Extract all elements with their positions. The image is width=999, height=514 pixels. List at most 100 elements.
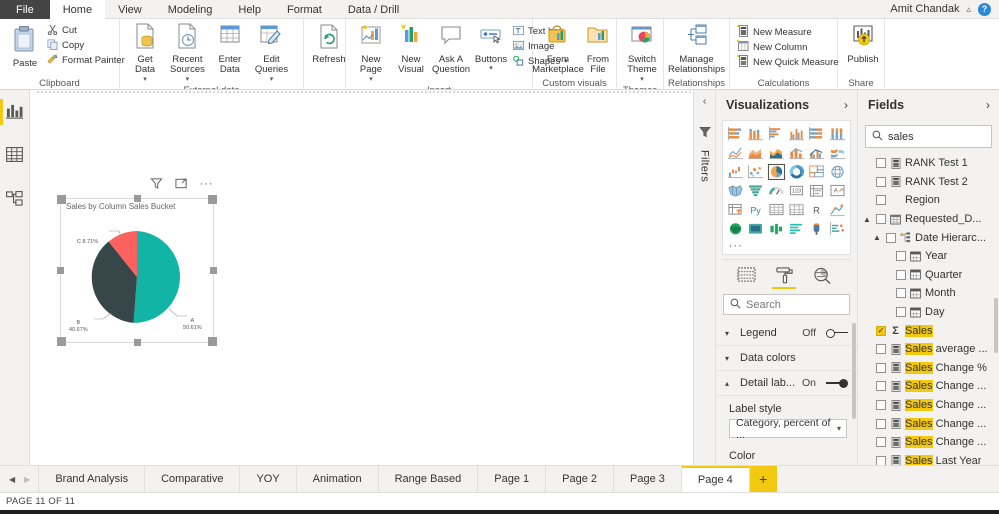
viz-map[interactable]: [828, 163, 847, 181]
chevron-down-icon[interactable]: ▾: [725, 329, 734, 338]
focus-mode-icon[interactable]: [174, 176, 189, 191]
viz-funnel-chart[interactable]: [746, 182, 765, 200]
ribbon-tab-view[interactable]: View: [105, 0, 155, 19]
field-item[interactable]: ▲ Date Hierarc...: [858, 228, 999, 247]
viz-filled-map[interactable]: [726, 182, 745, 200]
resize-handle-bottom-center[interactable]: [133, 339, 141, 346]
viz-treemap[interactable]: [807, 163, 826, 181]
chevron-up-icon[interactable]: ▴: [725, 379, 734, 388]
chevron-up-icon[interactable]: ▲: [872, 233, 882, 242]
viz-gallery-more-icon[interactable]: ···: [726, 239, 745, 252]
viz-power-apps-visual[interactable]: [746, 220, 765, 238]
viz-chiclet-slicer[interactable]: [807, 220, 826, 238]
manage-relationships-button[interactable]: Manage Relationships: [668, 22, 725, 77]
viz-stacked-bar-chart[interactable]: [726, 125, 745, 143]
from-marketplace-button[interactable]: From Marketplace: [532, 22, 584, 77]
edit-queries-button[interactable]: Edit Queries ▾: [250, 22, 293, 84]
field-checkbox[interactable]: [876, 325, 886, 336]
resize-handle-bottom-right[interactable]: [208, 337, 217, 346]
ask-question-button[interactable]: Ask A Question: [431, 22, 471, 77]
viz-multi-row-card[interactable]: [807, 182, 826, 200]
field-item[interactable]: Sales Change ...: [858, 433, 999, 452]
field-item[interactable]: Region: [858, 191, 999, 210]
switch-theme-button[interactable]: Switch Theme ▾: [622, 22, 662, 84]
field-item[interactable]: ▲ Requested_D...: [858, 210, 999, 229]
field-checkbox[interactable]: [876, 195, 886, 206]
viz-gauge-chart[interactable]: [767, 182, 786, 200]
viz-key-influencers[interactable]: [828, 201, 847, 219]
new-measure-button[interactable]: New Measure: [735, 25, 843, 40]
new-page-button[interactable]: New Page ▾: [351, 22, 391, 84]
viz-arcgis-map[interactable]: [726, 220, 745, 238]
visualization-type-gallery[interactable]: 123 A Py R ···: [722, 120, 851, 255]
viz-r-visual[interactable]: R: [807, 201, 826, 219]
fields-search-input[interactable]: [888, 130, 985, 143]
page-tab-animation[interactable]: Animation: [297, 466, 379, 492]
field-checkbox[interactable]: [886, 232, 896, 243]
viz-pie-chart[interactable]: [766, 163, 786, 181]
fields-list[interactable]: RANK Test 1 RANK Test 2 Region ▲ Requested_D…: [858, 148, 999, 465]
detail-labels-toggle[interactable]: [826, 378, 848, 388]
field-checkbox[interactable]: [876, 158, 886, 169]
field-item[interactable]: Day: [858, 303, 999, 322]
sidebar-item-model-view[interactable]: [0, 187, 30, 213]
field-item[interactable]: Sales Change ...: [858, 377, 999, 396]
sidebar-item-report-view[interactable]: [0, 99, 30, 125]
resize-handle-top-left[interactable]: [57, 195, 66, 204]
viz-scatter-chart[interactable]: [746, 163, 765, 181]
refresh-button[interactable]: Refresh: [309, 22, 349, 66]
chevron-down-icon[interactable]: ▾: [186, 76, 190, 83]
chevron-down-icon[interactable]: ▾: [270, 76, 274, 83]
get-data-button[interactable]: Get Data ▾: [125, 22, 165, 84]
page-tab-comparative[interactable]: Comparative: [145, 466, 241, 492]
field-item[interactable]: Month: [858, 284, 999, 303]
page-tab-page-3[interactable]: Page 3: [614, 466, 682, 492]
viz-clustered-column-chart[interactable]: [787, 125, 806, 143]
chevron-down-icon[interactable]: ▾: [640, 76, 644, 83]
chevron-left-icon[interactable]: ‹: [703, 96, 706, 107]
new-visual-button[interactable]: New Visual: [391, 22, 431, 77]
new-column-button[interactable]: New Column: [735, 40, 843, 55]
filter-icon[interactable]: [698, 126, 711, 141]
format-painter-button[interactable]: Format Painter: [45, 53, 129, 68]
resize-handle-middle-left[interactable]: [57, 267, 64, 274]
resize-handle-top-center[interactable]: [133, 195, 141, 202]
buttons-button[interactable]: Buttons ▾: [471, 22, 511, 73]
page-tab-yoy[interactable]: YOY: [240, 466, 297, 492]
field-item[interactable]: Sales Change %: [858, 359, 999, 378]
help-icon[interactable]: ?: [978, 2, 991, 16]
recent-sources-button[interactable]: Recent Sources ▾: [165, 22, 210, 84]
sidebar-item-data-view[interactable]: [0, 143, 30, 169]
ribbon-tab-data-drill[interactable]: Data / Drill: [335, 0, 412, 19]
field-checkbox[interactable]: [896, 251, 906, 262]
page-tab-page-2[interactable]: Page 2: [546, 466, 615, 492]
field-item[interactable]: Sales average ...: [858, 340, 999, 359]
viz-area-chart[interactable]: [746, 144, 765, 162]
viz-line-clustered-column-chart[interactable]: [807, 144, 826, 162]
cut-button[interactable]: Cut: [45, 23, 129, 38]
paste-button[interactable]: Paste: [5, 22, 45, 70]
format-tab[interactable]: [772, 267, 796, 289]
format-search-box[interactable]: [723, 294, 850, 315]
field-checkbox[interactable]: [876, 214, 886, 225]
ribbon-tab-modeling[interactable]: Modeling: [155, 0, 226, 19]
chevron-down-icon[interactable]: ▾: [837, 424, 841, 433]
label-style-dropdown[interactable]: Category, percent of ... ▾: [729, 417, 847, 441]
viz-waterfall-chart[interactable]: [726, 163, 745, 181]
fields-tab[interactable]: [734, 267, 758, 289]
field-checkbox[interactable]: [876, 362, 886, 373]
page-tab-page-4[interactable]: Page 4: [681, 466, 750, 492]
ribbon-tab-home[interactable]: Home: [49, 0, 106, 19]
chevron-left-icon[interactable]: ◀: [9, 475, 15, 484]
chevron-down-icon[interactable]: ▾: [369, 76, 373, 83]
publish-button[interactable]: Publish: [843, 22, 883, 66]
copy-button[interactable]: Copy: [45, 38, 129, 53]
viz-matrix[interactable]: [787, 201, 806, 219]
field-checkbox[interactable]: [876, 381, 886, 392]
field-checkbox[interactable]: [896, 288, 906, 299]
field-item[interactable]: RANK Test 2: [858, 173, 999, 192]
field-checkbox[interactable]: [876, 176, 886, 187]
viz-stacked-column-chart[interactable]: [746, 125, 765, 143]
viz-python-visual[interactable]: Py: [746, 201, 765, 219]
chevron-right-icon[interactable]: ▶: [24, 475, 30, 484]
